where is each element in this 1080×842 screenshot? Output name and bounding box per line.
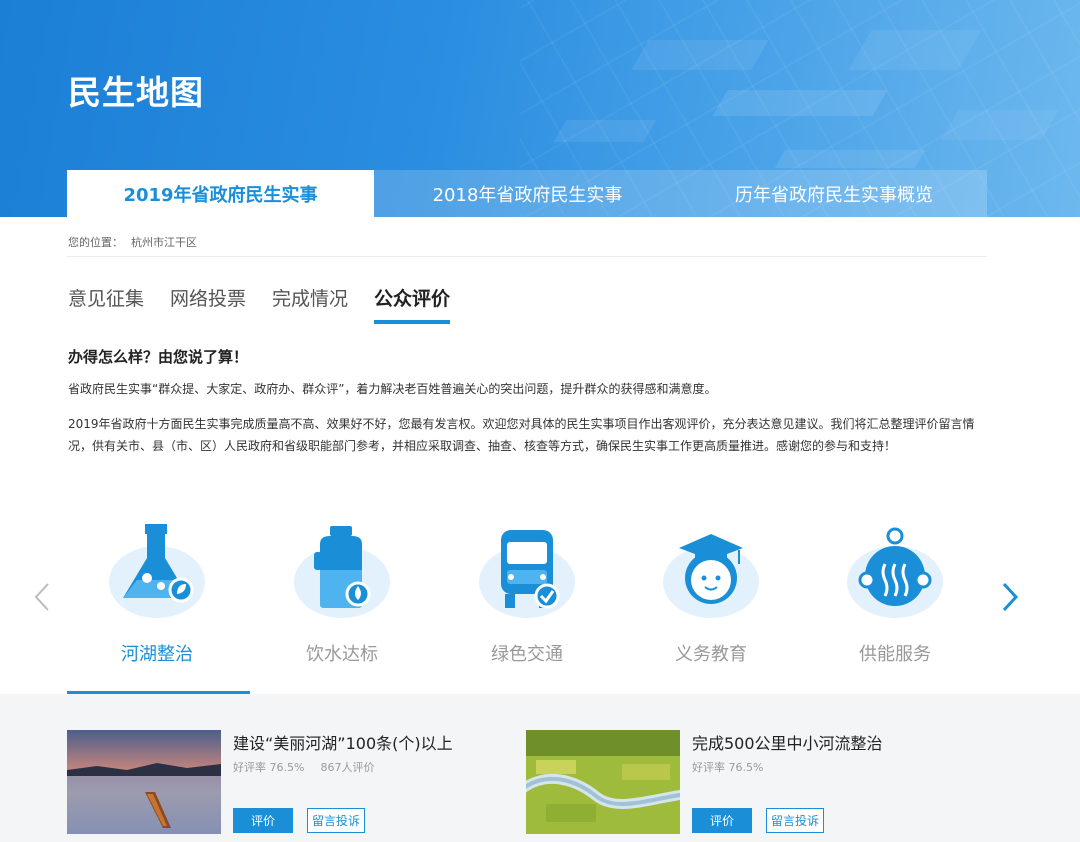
category-label: 义务教育 bbox=[675, 644, 747, 665]
divider bbox=[67, 256, 987, 257]
tab-opinion-collection[interactable]: 意见征集 bbox=[68, 284, 144, 320]
category-label: 河湖整治 bbox=[121, 644, 193, 665]
review-count: 867人评价 bbox=[320, 761, 375, 774]
project-thumbnail bbox=[67, 730, 221, 834]
breadcrumb: 您的位置： 杭州市江干区 bbox=[68, 234, 205, 250]
graduate-icon bbox=[661, 520, 761, 620]
category-compulsory-education[interactable]: 义务教育 bbox=[621, 520, 801, 695]
description-paragraph: 2019年省政府十方面民生实事完成质量高不高、效果好不好，您最有发言权。欢迎您对… bbox=[68, 417, 975, 453]
rate-button[interactable]: 评价 bbox=[692, 808, 752, 833]
comment-complaint-button[interactable]: 留言投诉 bbox=[307, 808, 365, 833]
tab-overview[interactable]: 历年省政府民生实事概览 bbox=[681, 170, 987, 217]
water-bottle-icon bbox=[292, 520, 392, 620]
energy-icon bbox=[845, 520, 945, 620]
tab-2019[interactable]: 2019年省政府民生实事 bbox=[67, 170, 374, 217]
category-label: 绿色交通 bbox=[491, 644, 563, 665]
breadcrumb-location[interactable]: 杭州市江干区 bbox=[131, 236, 197, 249]
bus-icon bbox=[477, 520, 577, 620]
project-thumbnail bbox=[526, 730, 680, 834]
list-item: 完成500公里中小河流整治 好评率 76.5% 评价 留言投诉 bbox=[526, 730, 946, 840]
category-label: 饮水达标 bbox=[306, 644, 378, 665]
intro-paragraph: 省政府民生实事“群众提、大家定、政府办、群众评”，着力解决老百姓普遍关心的突出问… bbox=[68, 382, 717, 396]
carousel-prev-button[interactable] bbox=[32, 580, 52, 614]
project-meta: 好评率 76.5% bbox=[692, 759, 763, 775]
category-energy-service[interactable]: 供能服务 bbox=[805, 520, 985, 695]
tab-online-voting[interactable]: 网络投票 bbox=[170, 284, 246, 320]
rating-text: 好评率 76.5% bbox=[692, 761, 764, 774]
category-label: 供能服务 bbox=[859, 644, 931, 665]
flask-icon bbox=[107, 520, 207, 620]
category-drinking-water[interactable]: 饮水达标 bbox=[252, 520, 432, 695]
page-title: 民生地图 bbox=[68, 73, 204, 112]
comment-complaint-button[interactable]: 留言投诉 bbox=[766, 808, 824, 833]
tab-2018[interactable]: 2018年省政府民生实事 bbox=[374, 170, 681, 217]
list-item: 建设“美丽河湖”100条(个)以上 好评率 76.5% 867人评价 评价 留言投… bbox=[67, 730, 487, 840]
section-headline: 办得怎么样？由您说了算！ bbox=[68, 348, 249, 366]
year-tabs: 2019年省政府民生实事 2018年省政府民生实事 历年省政府民生实事概览 bbox=[67, 170, 987, 217]
breadcrumb-prefix: 您的位置： bbox=[68, 236, 123, 249]
category-green-transport[interactable]: 绿色交通 bbox=[437, 520, 617, 695]
rate-button[interactable]: 评价 bbox=[233, 808, 293, 833]
project-title[interactable]: 建设“美丽河湖”100条(个)以上 bbox=[233, 730, 453, 754]
sub-tabs: 意见征集 网络投票 完成情况 公众评价 bbox=[68, 284, 451, 324]
tab-public-evaluation[interactable]: 公众评价 bbox=[374, 284, 451, 324]
tab-completion-status[interactable]: 完成情况 bbox=[272, 284, 348, 320]
project-title[interactable]: 完成500公里中小河流整治 bbox=[692, 730, 883, 754]
category-river-lake[interactable]: 河湖整治 bbox=[67, 520, 250, 695]
project-meta: 好评率 76.5% 867人评价 bbox=[233, 759, 374, 775]
chevron-left-icon bbox=[34, 583, 49, 611]
rating-text: 好评率 76.5% bbox=[233, 761, 305, 774]
chevron-right-icon bbox=[1002, 582, 1019, 612]
carousel-next-button[interactable] bbox=[1000, 580, 1020, 614]
